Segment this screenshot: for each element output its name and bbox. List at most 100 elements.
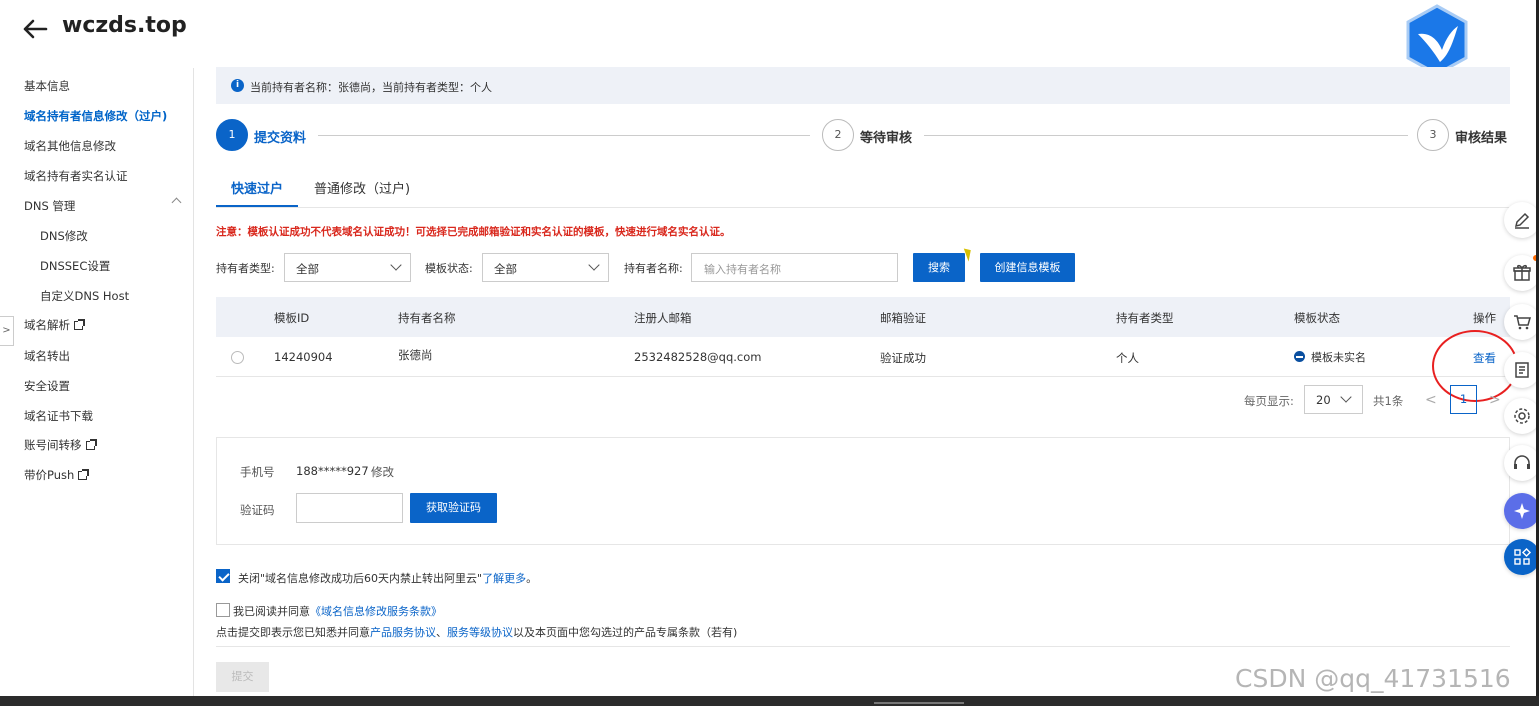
taskbar-indicator [874,702,964,704]
sidebar-item-dns-manage[interactable]: DNS 管理 [24,198,75,214]
page-1-button[interactable]: 1 [1450,385,1477,414]
step-3-label: 审核结果 [1455,131,1508,146]
create-template-button[interactable]: 创建信息模板 [980,253,1075,282]
status-minus-icon [1294,351,1305,362]
total-count: 共1条 [1373,394,1404,408]
period-text: 。 [526,572,538,585]
per-page-select[interactable]: 20 [1304,385,1363,414]
terms-link[interactable]: 《域名信息修改服务条款》 [310,605,442,618]
phone-number: 188*****927 [296,464,369,478]
cell-template-id: 14240904 [274,350,333,364]
next-page-button[interactable]: > [1489,392,1501,408]
sidebar-item-other-info[interactable]: 域名其他信息修改 [24,138,116,154]
warning-text: 注意：模板认证成功不代表域名认证成功！可选择已完成邮箱验证和实名认证的模板，快速… [216,226,731,238]
template-status-select[interactable]: 全部 [482,253,609,282]
sidebar-item-label: 带价Push [24,468,75,482]
col-holder-type: 持有者类型 [1116,311,1174,325]
notice-text: 当前持有者名称：张德尚，当前持有者类型：个人 [250,81,492,94]
tab-normal-modify[interactable]: 普通修改（过户) [314,178,410,197]
sidebar-collapse-toggle[interactable]: > [0,316,14,346]
tab-quick-transfer[interactable]: 快速过户 [231,178,283,197]
holder-name-placeholder: 输入持有者名称 [704,263,781,276]
sidebar-item-cert[interactable]: 域名证书下载 [24,408,93,424]
get-code-button[interactable]: 获取验证码 [410,493,497,523]
cell-template-status: 模板未实名 [1311,351,1366,364]
col-email-verify: 邮箱验证 [880,311,926,325]
document-icon[interactable] [1504,352,1539,388]
col-template-id: 模板ID [274,311,310,325]
col-template-status: 模板状态 [1294,311,1340,325]
sidebar-item-transfer-out[interactable]: 域名转出 [24,348,70,364]
sla-link[interactable]: 服务等级协议 [447,626,513,639]
learn-more-link[interactable]: 了解更多 [482,572,526,585]
step-1-label: 提交资料 [254,131,307,146]
agree-terms-checkbox[interactable] [216,603,230,617]
holder-type-label: 持有者类型: [216,262,275,275]
settings-icon[interactable] [1504,398,1539,434]
table-header: 模板ID 持有者名称 注册人邮箱 邮箱验证 持有者类型 模板状态 操作 [216,297,1510,337]
sidebar-item-account-transfer[interactable]: 账号间转移 [24,437,97,453]
mouse-cursor-icon [963,246,975,262]
arrow-left-icon[interactable] [22,18,48,40]
top-bar: wczds.top [0,0,1539,76]
per-page-value: 20 [1316,393,1331,407]
chevron-down-icon [390,259,402,271]
taskbar-strip [0,696,1539,706]
transfer-lock-checkbox[interactable] [216,569,230,583]
sidebar-item-resolve[interactable]: 域名解析 [24,317,85,333]
modify-phone-link[interactable]: 修改 [371,464,394,480]
row-select-radio[interactable] [231,351,244,364]
apps-icon[interactable] [1504,539,1539,575]
sidebar-item-dns-modify[interactable]: DNS修改 [40,228,88,244]
verification-panel: 手机号 188*****927 修改 验证码 获取验证码 [216,437,1510,545]
verification-code-input[interactable] [296,493,403,523]
cell-email-verify: 验证成功 [880,351,926,365]
transfer-lock-text: 关闭"域名信息修改成功后60天内禁止转出阿里云"了解更多。 [238,570,537,586]
chevron-down-icon [1340,391,1352,403]
search-button[interactable]: 搜索 [913,253,965,282]
step-3-circle: 3 [1417,119,1449,151]
chevron-down-icon [588,259,600,271]
service-agreement-link[interactable]: 产品服务协议 [370,626,436,639]
holder-notice: i 当前持有者名称：张德尚，当前持有者类型：个人 [216,67,1510,104]
gift-icon[interactable] [1504,255,1539,291]
col-holder-name: 持有者名称 [398,311,456,325]
sidebar-item-holder-change[interactable]: 域名持有者信息修改（过户) [24,108,167,124]
step-connector [318,135,810,136]
agree-terms-text: 我已阅读并同意《域名信息修改服务条款》 [233,603,442,619]
sidebar-item-push[interactable]: 带价Push [24,467,90,483]
submit-button[interactable]: 提交 [216,662,269,692]
watermark: CSDN @qq_41731516 [1235,664,1511,693]
sidebar-item-dns-host[interactable]: 自定义DNS Host [40,288,129,304]
external-link-icon [74,319,85,330]
template-status-value: 全部 [494,262,517,276]
code-label: 验证码 [240,503,275,517]
headset-icon[interactable] [1504,445,1539,481]
cell-email: 2532482528@qq.com [634,350,762,364]
external-link-icon [85,439,97,450]
tabs-divider [216,207,1510,208]
sidebar-item-realname[interactable]: 域名持有者实名认证 [24,168,128,184]
agree-prefix: 我已阅读并同意 [233,605,310,618]
step-connector [924,135,1408,136]
bird-shield-logo [1406,4,1468,76]
sidebar-item-dnssec[interactable]: DNSSEC设置 [40,258,110,274]
cell-holder-name: 张德尚 [398,348,433,362]
holder-type-select[interactable]: 全部 [284,253,411,282]
table-row: 14240904 张德尚 2532482528@qq.com 验证成功 个人 模… [216,337,1510,377]
col-action: 操作 [1473,311,1496,325]
ai-assistant-icon[interactable] [1504,493,1539,529]
sidebar-item-basic-info[interactable]: 基本信息 [24,78,70,94]
holder-name-input[interactable]: 输入持有者名称 [691,253,898,282]
edit-icon[interactable] [1504,202,1539,238]
sidebar-item-label: 账号间转移 [24,438,82,452]
step-2-label: 等待审核 [860,131,913,146]
page-title: wczds.top [62,13,187,38]
sidebar-item-security[interactable]: 安全设置 [24,378,70,394]
prev-page-button[interactable]: < [1425,392,1437,408]
cart-icon[interactable] [1504,304,1539,340]
info-icon: i [231,79,244,92]
legal-suffix: 以及本页面中您勾选过的产品专属条款（若有) [513,626,738,639]
step-1-circle: 1 [216,119,248,151]
external-link-icon [78,469,90,480]
